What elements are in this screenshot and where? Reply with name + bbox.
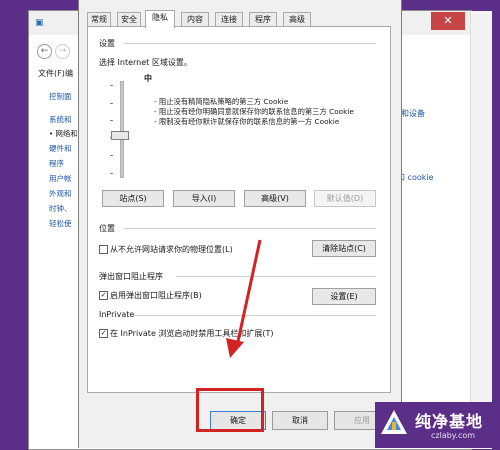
annotation-arrow-icon [226, 239, 262, 358]
watermark-url: czlaby.com [431, 431, 476, 440]
annotation-highlight-box [196, 388, 264, 432]
tab-privacy[interactable]: 隐私 [145, 10, 175, 28]
watermark: 纯净基地 czlaby.com [375, 402, 500, 448]
watermark-logo-icon [381, 410, 407, 434]
watermark-title: 纯净基地 [415, 412, 484, 431]
